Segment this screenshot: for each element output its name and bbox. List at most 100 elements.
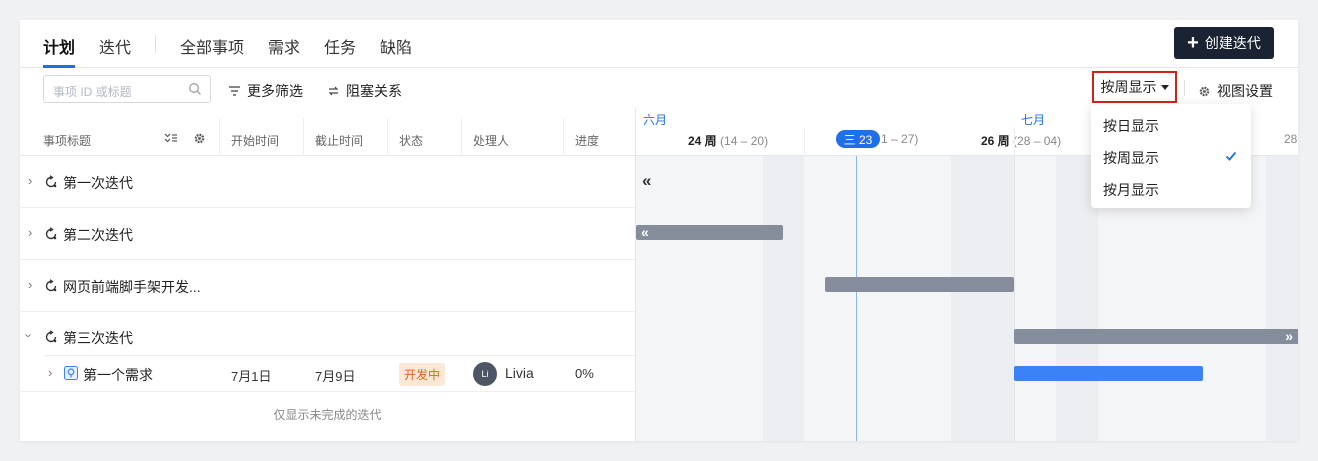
view-settings-label: 视图设置 [1217, 83, 1273, 99]
column-title: 事项标题 [43, 134, 92, 148]
week-gridline [1014, 156, 1015, 441]
column-progress: 进度 [575, 134, 600, 148]
week-label: 28 [1284, 132, 1297, 146]
gantt-bar[interactable] [825, 277, 1014, 292]
column-status: 状态 [399, 134, 424, 148]
tab-requirements[interactable]: 需求 [268, 34, 300, 58]
chevron-right-icon[interactable]: › [28, 225, 32, 240]
chevron-down-icon [1160, 84, 1169, 90]
week-number: 24 周 [688, 134, 717, 148]
week-divider [1014, 128, 1015, 156]
filter-icon [229, 86, 240, 96]
plan-card: 计划 迭代 全部事项 需求 任务 缺陷 + 创建迭代 事项 ID 或标题 更多筛… [20, 20, 1298, 441]
avatar: Li [473, 362, 497, 386]
column-divider [387, 118, 388, 156]
today-line [856, 156, 857, 441]
collapse-marker[interactable]: « [642, 172, 651, 189]
table-row[interactable]: › 第一次迭代 [20, 156, 635, 208]
table-row[interactable]: › 第二次迭代 [20, 208, 635, 260]
table-row[interactable]: › 第三次迭代 [20, 312, 635, 356]
tab-tasks[interactable]: 任务 [324, 34, 356, 58]
end-date: 7月9日 [315, 369, 356, 384]
check-icon [1225, 151, 1237, 161]
requirement-icon [64, 366, 78, 380]
table-header: 事项标题 开始时间 截止时间 状态 处理人 进度 [20, 108, 635, 156]
column-divider [563, 118, 564, 156]
week-range: 1 – 27) [881, 132, 919, 146]
dropdown-option-day[interactable]: 按日显示 [1103, 116, 1159, 136]
toolbar-divider [1184, 80, 1185, 96]
dropdown-option-month[interactable]: 按月显示 [1103, 180, 1159, 200]
view-mode-label: 按周显示 [1100, 79, 1157, 95]
create-iteration-label: 创建迭代 [1204, 35, 1261, 51]
week-number: 28 [1284, 132, 1298, 146]
collapse-all-icon[interactable] [164, 132, 178, 144]
more-filters-label: 更多筛选 [247, 83, 303, 99]
blocking-relation-label: 阻塞关系 [346, 83, 402, 99]
toolbar: 事项 ID 或标题 更多筛选 阻塞关系 按周显示 视图设置 [20, 68, 1298, 108]
row-title[interactable]: 第二次迭代 [63, 225, 133, 245]
gantt-bar[interactable] [1014, 366, 1203, 381]
column-end: 截止时间 [315, 134, 364, 148]
chevron-right-icon[interactable]: › [28, 173, 32, 188]
gantt-bar[interactable]: « [636, 225, 783, 240]
collapse-marker: « [641, 224, 649, 240]
progress-value: 0% [575, 366, 594, 381]
tab-plan[interactable]: 计划 [43, 34, 75, 58]
gear-icon [1199, 86, 1210, 96]
gantt-bar[interactable]: » [1014, 329, 1298, 344]
view-mode-select[interactable]: 按周显示 [1092, 71, 1177, 103]
start-date: 7月1日 [231, 369, 272, 384]
tab-iteration[interactable]: 迭代 [99, 34, 131, 58]
tab-all-items[interactable]: 全部事项 [180, 34, 244, 58]
footer-note: 仅显示未完成的迭代 [273, 408, 382, 422]
month-label: 六月 [643, 113, 668, 127]
chevron-down-icon[interactable]: › [22, 333, 37, 337]
row-title[interactable]: 第一个需求 [83, 365, 153, 385]
month-label: 七月 [1021, 113, 1046, 127]
iteration-icon [45, 175, 57, 188]
column-assignee: 处理人 [473, 134, 510, 148]
weekend-shade [763, 156, 804, 441]
dropdown-option-week[interactable]: 按周显示 [1103, 148, 1159, 168]
chevron-right-icon[interactable]: › [28, 277, 32, 292]
column-settings-icon[interactable] [193, 132, 206, 145]
column-divider [303, 118, 304, 156]
column-divider [219, 118, 220, 156]
week-range: (28 – 04) [1013, 134, 1062, 148]
row-title[interactable]: 网页前端脚手架开发... [63, 277, 201, 297]
row-title[interactable]: 第一次迭代 [63, 173, 133, 193]
status-badge[interactable]: 开发中 [399, 363, 446, 386]
plus-icon: + [1187, 32, 1199, 54]
table-row-child[interactable]: › 第一个需求 7月1日 7月9日 开发中 Li Livia 0% [20, 356, 635, 392]
view-settings-button[interactable]: 视图设置 [1198, 81, 1273, 101]
weekend-shade [1266, 156, 1298, 441]
week-label: 26 周 (28 – 04) [981, 132, 1061, 149]
iteration-icon [45, 227, 57, 240]
top-nav: 计划 迭代 全部事项 需求 任务 缺陷 + 创建迭代 [20, 20, 1298, 68]
expand-marker: » [1285, 328, 1293, 344]
week-divider [804, 128, 805, 156]
assignee-name[interactable]: Livia [505, 365, 534, 381]
iteration-icon [45, 330, 57, 343]
search-input[interactable]: 事项 ID 或标题 [43, 75, 211, 103]
week-number: 26 周 [981, 134, 1010, 148]
link-icon [328, 86, 339, 96]
create-iteration-button[interactable]: + 创建迭代 [1174, 27, 1274, 59]
column-start: 开始时间 [231, 134, 280, 148]
week-label: 24 周 (14 – 20) [688, 132, 768, 149]
blocking-relation-button[interactable]: 阻塞关系 [327, 81, 402, 101]
table-row[interactable]: › 网页前端脚手架开发... [20, 260, 635, 312]
chevron-right-icon[interactable]: › [48, 365, 52, 380]
week-label: 1 – 27) [881, 132, 918, 146]
today-marker: 三 23 [836, 130, 880, 148]
more-filters-button[interactable]: 更多筛选 [228, 81, 303, 101]
view-mode-dropdown: 按日显示 按周显示 按月显示 [1091, 104, 1251, 208]
nav-divider [155, 35, 156, 53]
weekend-shade [951, 156, 1014, 441]
column-divider [461, 118, 462, 156]
tab-defects[interactable]: 缺陷 [380, 34, 412, 58]
row-title[interactable]: 第三次迭代 [63, 328, 133, 348]
week-range: (14 – 20) [720, 134, 769, 148]
iteration-icon [45, 279, 57, 292]
